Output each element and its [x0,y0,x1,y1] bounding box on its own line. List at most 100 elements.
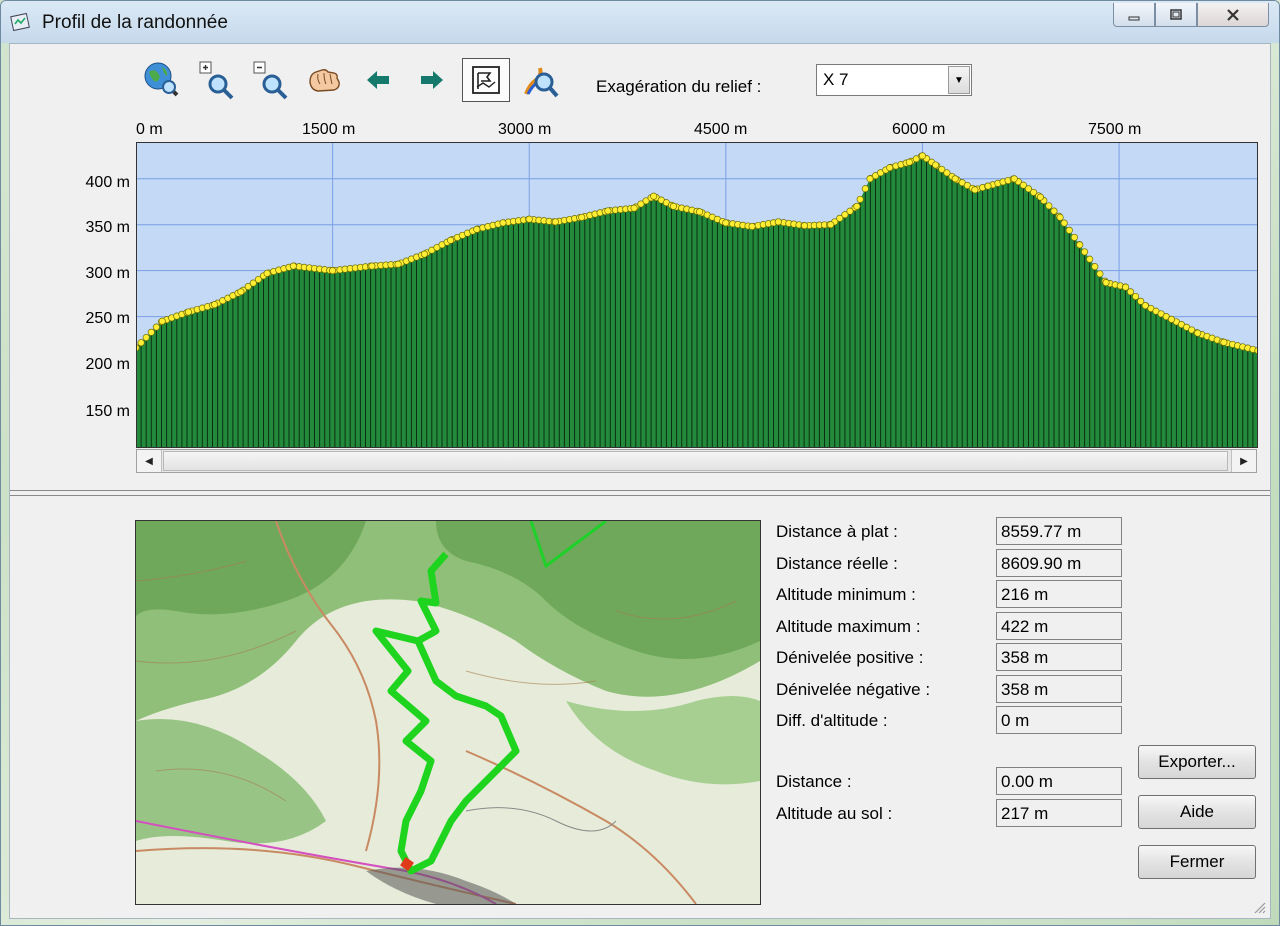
stat-label: Dénivelée positive : [776,648,924,667]
data-point [368,262,376,270]
data-point [696,208,704,216]
minimize-button[interactable] [1113,3,1155,27]
pan-button[interactable] [300,58,348,102]
arrow-right-icon [421,71,443,89]
data-point [853,202,861,210]
route-map[interactable] [135,520,761,905]
stat-label: Distance réelle : [776,553,898,573]
maximize-icon [1170,8,1182,20]
y-tick-label: 400 m [85,174,130,191]
elevation-point [142,333,150,342]
data-point [447,236,455,244]
data-point [650,192,658,200]
x-tick-label: 4500 m [694,121,748,138]
close-button[interactable]: Fermer [1138,845,1256,879]
elevation-point [856,195,864,203]
zoom-in-icon [199,61,234,100]
stat-value: 216 m [996,580,1122,608]
data-point [951,175,959,183]
data-point [748,222,756,231]
topographic-map-image [136,521,760,904]
data-point [578,213,586,221]
close-window-button[interactable] [1197,3,1269,27]
elevation-point [1132,292,1140,301]
data-point [1141,302,1149,310]
scroll-thumb[interactable] [163,451,1228,471]
data-point [932,161,940,169]
chevron-down-icon[interactable]: ▼ [948,66,970,94]
stat-value: 8559.77 m [996,517,1122,545]
data-point [525,215,533,223]
elevation-point [1081,248,1089,256]
route-zoom-icon [524,67,559,98]
relief-select[interactable]: X 7 ▼ [816,64,972,96]
next-button[interactable] [408,58,456,102]
data-point [722,219,730,227]
data-point [669,202,677,210]
y-tick-label: 250 m [85,310,130,327]
stat-label: Diff. d'altitude : [776,711,888,730]
data-point [551,218,559,226]
elevation-point [1070,233,1078,241]
title-bar[interactable]: Profil de la randonnée [1,1,1279,43]
stat-label: Dénivelée négative : [776,679,931,699]
resize-grip-icon[interactable] [1252,900,1266,914]
cursor-distance-label: Distance : [776,772,852,791]
export-button[interactable]: Exporter... [1138,745,1256,779]
previous-button[interactable] [354,58,402,102]
client-area: Exagération du relief : X 7 ▼ 0 m 1500 m 3… [9,43,1271,919]
data-point [800,222,809,230]
scroll-left-button[interactable]: ◀ [137,450,162,472]
data-point [886,164,894,172]
arrow-left-icon [367,71,389,89]
profile-mode-button[interactable] [462,58,510,102]
scroll-right-button[interactable]: ▶ [1231,450,1256,472]
route-zoom-button[interactable] [516,58,564,102]
data-point [289,262,297,270]
elevation-profile-chart[interactable] [136,142,1258,448]
data-point [918,152,926,160]
data-point [866,175,874,183]
help-button[interactable]: Aide [1138,795,1256,829]
elevation-point [152,323,160,331]
data-point [971,186,979,194]
zoom-globe-button[interactable] [138,58,186,102]
elevation-point [1060,219,1068,227]
stat-value: 358 m [996,643,1122,671]
data-point [473,225,481,233]
elevation-point [147,328,155,336]
data-point [1194,329,1202,337]
maximize-button[interactable] [1155,3,1197,27]
data-point [1010,175,1018,183]
elevation-point [1065,226,1073,234]
zoom-out-button[interactable] [246,58,294,102]
stat-label: Altitude maximum : [776,616,921,636]
close-icon [1227,8,1239,21]
app-icon [10,12,30,32]
elevation-point [1086,255,1094,263]
data-point [420,250,428,258]
elevation-point [1091,263,1099,271]
x-tick-label: 3000 m [498,121,552,138]
data-point [158,317,166,325]
elevation-point [1096,270,1104,278]
cursor-distance-value: 0.00 m [996,767,1122,795]
data-point [630,204,638,212]
relief-label: Exagération du relief : [596,77,762,96]
stat-value: 8609.90 m [996,548,1122,577]
profile-scrollbar[interactable]: ◀ ▶ [136,449,1257,473]
panel-splitter[interactable] [10,490,1270,496]
elevation-point [137,339,145,347]
data-point [499,219,507,227]
stat-label: Altitude minimum : [776,585,916,604]
flag-profile-icon [472,66,500,94]
data-point [1076,241,1084,249]
zoom-in-button[interactable] [192,58,240,102]
data-point [1056,213,1064,221]
data-point [774,218,782,226]
stat-value: 358 m [996,674,1122,703]
minimize-icon [1128,16,1140,20]
zoom-out-icon [253,61,288,100]
data-point [1036,193,1044,201]
data-point [827,221,835,229]
